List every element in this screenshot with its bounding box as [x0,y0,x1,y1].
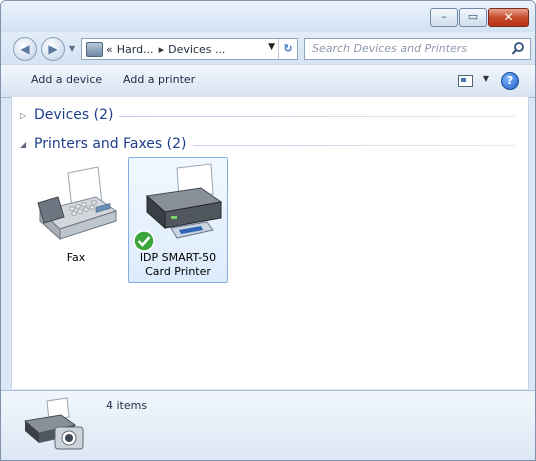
add-printer-button[interactable]: Add a printer [123,73,195,86]
default-checkmark-icon [133,230,155,252]
device-fax-label: Fax [66,251,86,264]
maximize-button[interactable]: ▭ [459,8,487,27]
minimize-button[interactable]: – [430,8,458,27]
back-button[interactable]: ◀ [13,37,37,61]
help-button[interactable]: ? [501,72,519,90]
view-options-dropdown-icon[interactable]: ▼ [483,74,489,83]
search-box[interactable]: Search Devices and Printers [304,38,531,60]
refresh-button[interactable]: ↻ [278,39,297,59]
forward-arrow-icon: ▶ [48,42,58,56]
control-panel-icon [86,41,103,57]
search-icon[interactable] [511,41,525,57]
address-bar[interactable]: « Hard... ▸ Devices ... ▼ ↻ [81,38,298,60]
group-devices-label[interactable]: Devices (2) [34,107,120,123]
minimize-icon: – [441,10,447,23]
recent-pages-dropdown-icon[interactable]: ▼ [69,44,75,53]
address-dropdown-icon[interactable]: ▼ [268,42,275,52]
navigation-bar: ◀ ▶ ▼ « Hard... ▸ Devices ... ▼ ↻ Search… [1,32,535,64]
device-view: ▷ Devices (2) ◢ Printers and Faxes (2) F… [11,97,529,389]
close-icon: ✕ [503,10,514,24]
maximize-icon: ▭ [467,10,479,23]
breadcrumb-devices[interactable]: Devices ... [168,43,225,56]
window-controls: – ▭ ✕ [429,8,529,27]
device-idp-smart-50[interactable]: IDP SMART-50 Card Printer [128,157,228,283]
forward-button[interactable]: ▶ [41,37,65,61]
title-bar: – ▭ ✕ [1,1,535,32]
fax-icon [37,166,118,241]
breadcrumb-overflow[interactable]: « [106,43,113,56]
printer-camera-icon [23,397,84,450]
device-fax[interactable]: Fax [27,157,125,281]
search-placeholder: Search Devices and Printers [312,42,468,55]
group-printers-faxes-label[interactable]: Printers and Faxes (2) [34,136,193,152]
item-count: 4 items [106,399,148,412]
device-idp-smart-50-label: IDP SMART-50 Card Printer [139,251,217,278]
group-devices[interactable]: ▷ Devices (2) [12,106,528,126]
back-arrow-icon: ◀ [20,42,30,56]
explorer-window: – ▭ ✕ ◀ ▶ ▼ « Hard... ▸ Devices ... ▼ ↻ … [0,0,536,461]
expand-triangle-icon[interactable]: ▷ [20,111,26,120]
change-view-icon[interactable] [458,75,473,87]
close-button[interactable]: ✕ [488,8,529,27]
breadcrumb-separator-icon[interactable]: ▸ [159,43,165,56]
breadcrumb-hardware[interactable]: Hard... [117,43,154,56]
command-bar: Add a device Add a printer ▼ ? [1,64,535,98]
details-pane: 4 items [1,390,535,460]
add-device-button[interactable]: Add a device [31,73,102,86]
collapse-triangle-icon[interactable]: ◢ [20,140,26,149]
group-printers-faxes[interactable]: ◢ Printers and Faxes (2) [12,135,528,155]
